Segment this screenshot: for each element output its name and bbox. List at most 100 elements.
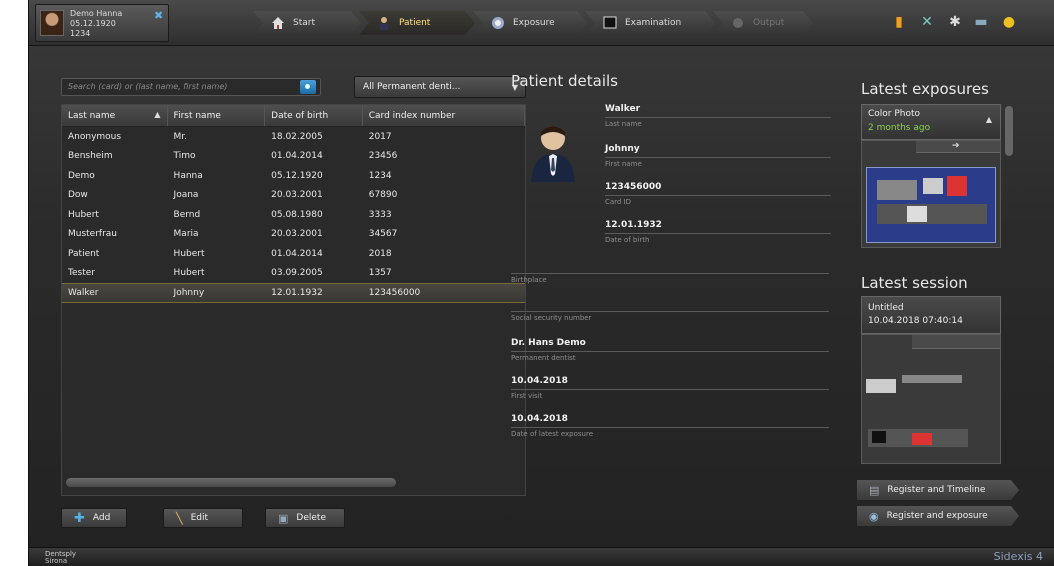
top-bar: Demo Hanna 05.12.1920 1234 ✖ Start Patie…: [29, 0, 1054, 46]
tab-patient[interactable]: Patient: [359, 11, 475, 35]
col-card-index[interactable]: Card index number: [363, 105, 526, 126]
table-cell: Dow: [68, 190, 88, 201]
col-last-name[interactable]: Last name ▲: [62, 105, 168, 126]
table-row[interactable]: Bensheim Timo 01.04.2014 23456: [62, 147, 525, 167]
gear-icon[interactable]: ✱: [947, 14, 963, 30]
exposure-item-time: 2 months ago: [868, 123, 931, 133]
table-cell: Patient: [68, 248, 100, 259]
table-row[interactable]: Anonymous Mr. 18.02.2005 2017: [62, 127, 525, 147]
last-name-field[interactable]: Walker Last name: [605, 104, 831, 128]
table-row[interactable]: Hubert Bernd 05.08.1980 3333: [62, 205, 525, 225]
first-name-field[interactable]: Johnny First name: [605, 144, 831, 168]
home-icon: [271, 16, 285, 30]
add-button[interactable]: ✚ Add: [61, 508, 127, 528]
exposures-scrollbar[interactable]: [1005, 106, 1013, 156]
ssn-field[interactable]: Social security number: [511, 298, 829, 322]
latest-exposure-value: 10.04.2018: [511, 414, 829, 428]
table-cell: Bernd: [173, 209, 201, 220]
dentist-value: Dr. Hans Demo: [511, 338, 829, 352]
table-row[interactable]: Walker Johnny 12.01.1932 123456000: [62, 283, 525, 303]
table-cell: Tester: [68, 268, 95, 279]
tab-examination[interactable]: Examination: [585, 11, 715, 35]
trash-icon: ▣: [278, 511, 289, 525]
latest-exposure-card[interactable]: Color Photo 2 months ago ▲: [861, 104, 1001, 140]
first-visit-label: First visit: [511, 392, 543, 400]
dentist-filter-dropdown[interactable]: All Permanent denti... ▼: [354, 76, 526, 98]
table-row[interactable]: Demo Hanna 05.12.1920 1234: [62, 166, 525, 186]
bookmark-icon[interactable]: ▮: [891, 14, 907, 30]
tab-exposure[interactable]: Exposure: [473, 11, 587, 35]
card-id-field[interactable]: 123456000 Card ID: [605, 182, 831, 206]
table-header: Last name ▲ First name Date of birth Card…: [62, 105, 526, 127]
current-patient-chip[interactable]: Demo Hanna 05.12.1920 1234 ✖: [35, 4, 169, 42]
table-cell: Walker: [68, 287, 99, 298]
patient-chip-dob: 05.12.1920: [70, 19, 116, 28]
tab-patient-label: Patient: [399, 18, 431, 28]
table-cell: 34567: [368, 229, 398, 240]
exposure-thumbnail[interactable]: ➔: [861, 140, 1001, 248]
close-patient-icon[interactable]: ✖: [154, 9, 163, 22]
table-row[interactable]: Patient Hubert 01.04.2014 2018: [62, 244, 525, 264]
col-first-name[interactable]: First name: [168, 105, 266, 126]
tab-output: Output: [713, 11, 813, 35]
permanent-dentist-field[interactable]: Dr. Hans Demo Permanent dentist: [511, 338, 829, 362]
search-button[interactable]: [300, 80, 316, 94]
register-exposure-label: Register and exposure: [886, 511, 988, 521]
latest-exposure-field[interactable]: 10.04.2018 Date of latest exposure: [511, 414, 829, 438]
table-cell: 2018: [368, 248, 392, 259]
register-exposure-button[interactable]: ◉ Register and exposure: [857, 506, 1019, 526]
patient-table: Last name ▲ First name Date of birth Card…: [61, 104, 526, 496]
last-name-label: Last name: [605, 120, 642, 128]
table-cell: 23456: [368, 151, 398, 162]
col-date-of-birth[interactable]: Date of birth: [265, 105, 363, 126]
open-arrow-icon[interactable]: ➔: [952, 141, 960, 151]
latest-session-title: Latest session: [861, 274, 968, 292]
dob-value: 12.01.1932: [605, 220, 831, 234]
chevron-up-icon[interactable]: ▲: [986, 115, 992, 124]
patient-chip-id: 1234: [70, 29, 91, 38]
table-cell: 2017: [368, 131, 392, 142]
table-cell: 12.01.1932: [271, 287, 323, 298]
exposure-item-title: Color Photo: [868, 109, 921, 119]
table-cell: Demo: [68, 170, 95, 181]
table-row[interactable]: Dow Joana 20.03.2001 67890: [62, 186, 525, 206]
birthplace-field[interactable]: Birthplace: [511, 260, 829, 284]
session-datetime: 10.04.2018 07:40:14: [868, 316, 963, 326]
patient-avatar: [40, 10, 64, 36]
register-timeline-button[interactable]: ▤ Register and Timeline: [857, 480, 1019, 500]
tools-icon[interactable]: ✕: [919, 14, 935, 30]
table-row[interactable]: Tester Hubert 03.09.2005 1357: [62, 264, 525, 284]
patient-icon: [377, 16, 391, 30]
latest-session-card[interactable]: Untitled 10.04.2018 07:40:14: [861, 296, 1001, 334]
power-icon[interactable]: ●: [1001, 14, 1017, 30]
table-body: Anonymous Mr. 18.02.2005 2017 Bensheim Timo 01…: [62, 127, 525, 303]
session-thumbnail[interactable]: [861, 334, 1001, 464]
dentist-label: Permanent dentist: [511, 354, 576, 362]
edit-button[interactable]: ╲ Edit: [163, 508, 243, 528]
table-cell: 01.04.2014: [271, 151, 323, 162]
sort-asc-icon: ▲: [154, 110, 161, 119]
tab-start-label: Start: [293, 18, 315, 28]
latest-exposure-label: Date of latest exposure: [511, 430, 593, 438]
delete-button[interactable]: ▣ Delete: [265, 508, 345, 528]
windows-icon[interactable]: ▬: [973, 14, 989, 30]
edit-button-label: Edit: [190, 513, 209, 523]
table-row[interactable]: Musterfrau Maria 20.03.2001 34567: [62, 225, 525, 245]
table-cell: 1234: [368, 170, 392, 181]
table-cell: Bensheim: [68, 151, 113, 162]
exposure-icon: [491, 16, 505, 30]
patient-list-panel: Search (card) or (last name, first name)…: [57, 60, 529, 500]
pencil-icon: ╲: [176, 511, 183, 525]
horizontal-scrollbar[interactable]: [66, 478, 396, 487]
latest-exposures-title: Latest exposures: [861, 80, 989, 98]
tab-start[interactable]: Start: [253, 11, 361, 35]
table-cell: Maria: [173, 229, 199, 240]
search-input[interactable]: Search (card) or (last name, first name): [61, 78, 321, 96]
first-visit-field[interactable]: 10.04.2018 First visit: [511, 376, 829, 400]
dob-field[interactable]: 12.01.1932 Date of birth: [605, 220, 831, 244]
exposure-icon: ◉: [869, 509, 879, 523]
table-cell: 20.03.2001: [271, 190, 323, 201]
table-cell: Hubert: [68, 209, 99, 220]
table-cell: 03.09.2005: [271, 268, 323, 279]
table-cell: 67890: [368, 190, 398, 201]
